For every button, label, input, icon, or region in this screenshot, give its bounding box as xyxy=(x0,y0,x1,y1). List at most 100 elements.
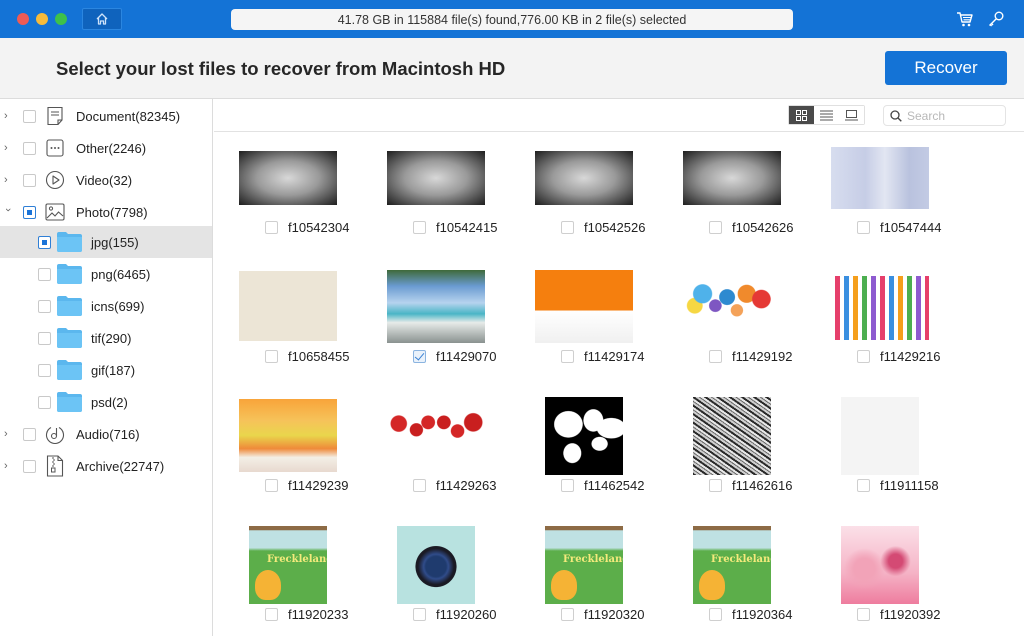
sidebar-item-photo[interactable]: › Photo(7798) xyxy=(0,196,212,228)
file-thumbnail[interactable] xyxy=(535,151,633,205)
search-box[interactable] xyxy=(883,105,1006,126)
file-checkbox[interactable] xyxy=(857,221,870,234)
file-thumbnail[interactable]: Freckleland xyxy=(249,526,327,604)
chevron-right-icon[interactable]: › xyxy=(4,174,12,186)
file-thumbnail[interactable] xyxy=(831,276,929,340)
chevron-right-icon[interactable]: › xyxy=(4,110,12,122)
file-tile[interactable]: f11429263 xyxy=(366,391,506,511)
file-thumbnail[interactable] xyxy=(841,397,919,475)
file-thumbnail[interactable] xyxy=(397,526,475,604)
file-tile[interactable]: f11429174 xyxy=(514,262,654,382)
file-tile[interactable]: f10542526 xyxy=(514,133,654,253)
checkbox[interactable] xyxy=(38,235,51,249)
file-checkbox[interactable] xyxy=(709,221,722,234)
file-tile[interactable]: f11920392 xyxy=(810,520,950,636)
checkbox[interactable] xyxy=(38,395,51,409)
file-tile[interactable]: Freckleland f11920320 xyxy=(514,520,654,636)
recover-button[interactable]: Recover xyxy=(885,51,1007,85)
checkbox[interactable] xyxy=(38,363,51,377)
checkbox[interactable] xyxy=(23,459,36,473)
file-checkbox[interactable] xyxy=(265,479,278,492)
chevron-right-icon[interactable]: › xyxy=(4,142,12,154)
sidebar-item-video[interactable]: › Video(32) xyxy=(0,164,212,196)
file-checkbox[interactable] xyxy=(561,608,574,621)
sidebar-subitem-jpg[interactable]: jpg(155) xyxy=(0,226,212,258)
file-checkbox[interactable] xyxy=(561,221,574,234)
sidebar-item-other[interactable]: › Other(2246) xyxy=(0,132,212,164)
grid-view-button[interactable] xyxy=(789,106,814,124)
sidebar-item-audio[interactable]: › Audio(716) xyxy=(0,418,212,450)
file-checkbox[interactable] xyxy=(857,608,870,621)
checkbox[interactable] xyxy=(23,109,36,123)
file-thumbnail[interactable] xyxy=(387,405,485,467)
file-checkbox[interactable] xyxy=(265,350,278,363)
checkbox[interactable] xyxy=(38,267,51,281)
chevron-down-icon[interactable]: › xyxy=(2,208,14,216)
file-thumbnail[interactable] xyxy=(239,151,337,205)
file-checkbox[interactable] xyxy=(561,479,574,492)
sidebar-subitem-tif[interactable]: tif(290) xyxy=(0,322,212,354)
file-thumbnail[interactable] xyxy=(831,147,929,209)
file-tile[interactable]: f11429216 xyxy=(810,262,950,382)
preview-view-button[interactable] xyxy=(839,106,864,124)
file-thumbnail[interactable] xyxy=(683,151,781,205)
file-tile[interactable]: f11429239 xyxy=(218,391,358,511)
checkbox[interactable] xyxy=(23,173,36,187)
minimize-window-button[interactable] xyxy=(36,13,48,25)
file-checkbox[interactable] xyxy=(709,479,722,492)
file-checkbox[interactable] xyxy=(857,350,870,363)
register-button[interactable] xyxy=(987,10,1005,28)
sidebar-item-archive[interactable]: › Archive(22747) xyxy=(0,450,212,482)
cart-button[interactable] xyxy=(956,10,974,28)
file-checkbox[interactable] xyxy=(561,350,574,363)
file-tile[interactable]: f11920260 xyxy=(366,520,506,636)
checkbox[interactable] xyxy=(23,427,36,441)
file-tile[interactable]: f10542626 xyxy=(662,133,802,253)
file-checkbox[interactable] xyxy=(709,350,722,363)
file-tile[interactable]: f10542304 xyxy=(218,133,358,253)
chevron-right-icon[interactable]: › xyxy=(4,428,12,440)
zoom-window-button[interactable] xyxy=(55,13,67,25)
file-tile[interactable]: f11911158 xyxy=(810,391,950,511)
file-thumbnail[interactable] xyxy=(693,397,771,475)
close-window-button[interactable] xyxy=(17,13,29,25)
sidebar-subitem-icns[interactable]: icns(699) xyxy=(0,290,212,322)
file-tile[interactable]: f11429192 xyxy=(662,262,802,382)
file-thumbnail[interactable] xyxy=(683,274,781,340)
search-input[interactable] xyxy=(907,108,999,123)
file-thumbnail[interactable] xyxy=(239,399,337,472)
file-tile[interactable]: f11429070 xyxy=(366,262,506,382)
file-checkbox[interactable] xyxy=(413,479,426,492)
file-checkbox[interactable] xyxy=(265,608,278,621)
file-thumbnail[interactable]: Freckleland xyxy=(545,526,623,604)
sidebar-subitem-psd[interactable]: psd(2) xyxy=(0,386,212,418)
file-thumbnail[interactable] xyxy=(387,270,485,343)
file-thumbnail[interactable] xyxy=(387,151,485,205)
file-tile[interactable]: f10547444 xyxy=(810,133,950,253)
file-checkbox[interactable] xyxy=(413,608,426,621)
list-view-button[interactable] xyxy=(814,106,839,124)
checkbox[interactable] xyxy=(23,141,36,155)
file-checkbox[interactable] xyxy=(709,608,722,621)
sidebar-subitem-png[interactable]: png(6465) xyxy=(0,258,212,290)
checkbox[interactable] xyxy=(38,331,51,345)
file-tile[interactable]: f11462616 xyxy=(662,391,802,511)
sidebar-subitem-gif[interactable]: gif(187) xyxy=(0,354,212,386)
chevron-right-icon[interactable]: › xyxy=(4,460,12,472)
file-thumbnail[interactable] xyxy=(535,270,633,343)
checkbox[interactable] xyxy=(23,205,36,219)
file-tile[interactable]: Freckleland f11920364 xyxy=(662,520,802,636)
file-checkbox[interactable] xyxy=(413,221,426,234)
file-tile[interactable]: f10658455 xyxy=(218,262,358,382)
file-checkbox[interactable] xyxy=(413,350,426,363)
file-tile[interactable]: f10542415 xyxy=(366,133,506,253)
checkbox[interactable] xyxy=(38,299,51,313)
file-tile[interactable]: f11462542 xyxy=(514,391,654,511)
file-checkbox[interactable] xyxy=(857,479,870,492)
file-thumbnail[interactable] xyxy=(545,397,623,475)
file-tile[interactable]: Freckleland f11920233 xyxy=(218,520,358,636)
home-button[interactable] xyxy=(82,8,122,30)
file-checkbox[interactable] xyxy=(265,221,278,234)
file-thumbnail[interactable] xyxy=(239,271,337,341)
file-thumbnail[interactable] xyxy=(841,526,919,604)
